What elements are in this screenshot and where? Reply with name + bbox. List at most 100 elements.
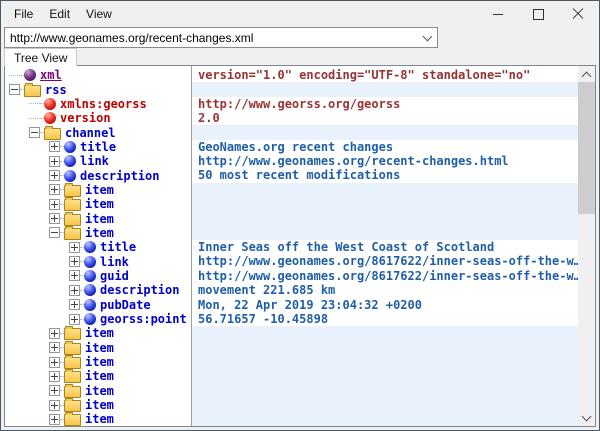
expander-plus-icon[interactable]: [69, 314, 80, 325]
tree-row[interactable]: rss: [5, 82, 191, 96]
tab-tree-view[interactable]: Tree View: [4, 48, 77, 66]
vertical-scrollbar[interactable]: [578, 66, 595, 426]
value-row[interactable]: GeoNames.org recent changes: [192, 140, 578, 154]
tree-row[interactable]: version: [5, 111, 191, 125]
expander-plus-icon[interactable]: [49, 400, 60, 411]
tree-row[interactable]: item: [5, 197, 191, 211]
expander-plus-icon[interactable]: [69, 270, 80, 281]
tree-row[interactable]: pubDate: [5, 298, 191, 312]
expander-plus-icon[interactable]: [49, 357, 60, 368]
value-row[interactable]: http://www.geonames.org/recent-changes.h…: [192, 154, 578, 168]
value-row[interactable]: http://www.georss.org/georss: [192, 97, 578, 111]
folder-icon: [64, 199, 81, 211]
expander-plus-icon[interactable]: [69, 299, 80, 310]
minimize-button[interactable]: [478, 2, 518, 26]
maximize-button[interactable]: [518, 2, 558, 26]
value-row[interactable]: [192, 183, 578, 197]
scroll-up-button[interactable]: [578, 66, 595, 83]
node-value: Mon, 22 Apr 2019 23:04:32 +0200: [198, 298, 422, 312]
value-row[interactable]: 50 most recent modifications: [192, 168, 578, 182]
value-row[interactable]: 2.0: [192, 111, 578, 125]
value-row[interactable]: Mon, 22 Apr 2019 23:04:32 +0200: [192, 298, 578, 312]
expander-minus-icon[interactable]: [29, 127, 40, 138]
tree-connector: [29, 103, 40, 104]
expander-plus-icon[interactable]: [49, 199, 60, 210]
node-label: item: [85, 369, 114, 383]
tree-row[interactable]: item: [5, 384, 191, 398]
expander-plus-icon[interactable]: [49, 184, 60, 195]
tree-connector: [29, 118, 40, 119]
menu-file[interactable]: File: [6, 4, 41, 24]
expander-plus-icon[interactable]: [49, 328, 60, 339]
tree-row[interactable]: item: [5, 412, 191, 426]
xml-declaration-icon: [24, 69, 36, 81]
value-row[interactable]: [192, 369, 578, 383]
value-row[interactable]: [192, 412, 578, 426]
app-window: File Edit View Tree View xmlrssxmlns:geo…: [0, 0, 600, 431]
scrollbar-thumb[interactable]: [578, 82, 595, 214]
value-row[interactable]: [192, 226, 578, 240]
element-icon: [84, 299, 96, 311]
value-row[interactable]: [192, 326, 578, 340]
tree-row[interactable]: description: [5, 283, 191, 297]
url-input[interactable]: [5, 31, 417, 45]
tree-row[interactable]: xml: [5, 68, 191, 82]
tree-row[interactable]: item: [5, 226, 191, 240]
expander-plus-icon[interactable]: [49, 385, 60, 396]
expander-minus-icon[interactable]: [49, 227, 60, 238]
minimize-icon: [493, 14, 503, 15]
value-row[interactable]: [192, 341, 578, 355]
value-row[interactable]: [192, 197, 578, 211]
expander-plus-icon[interactable]: [49, 342, 60, 353]
expander-plus-icon[interactable]: [49, 141, 60, 152]
expander-plus-icon[interactable]: [69, 242, 80, 253]
value-row[interactable]: 56.71657 -10.45898: [192, 312, 578, 326]
window-controls: [478, 2, 598, 26]
value-row[interactable]: movement 221.685 km: [192, 283, 578, 297]
tree-row[interactable]: link: [5, 254, 191, 268]
tree-row[interactable]: guid: [5, 269, 191, 283]
value-row[interactable]: Inner Seas off the West Coast of Scotlan…: [192, 240, 578, 254]
expander-plus-icon[interactable]: [49, 371, 60, 382]
tree-row[interactable]: channel: [5, 125, 191, 139]
expander-plus-icon[interactable]: [69, 256, 80, 267]
tree-row[interactable]: title: [5, 140, 191, 154]
tree-row[interactable]: item: [5, 341, 191, 355]
combo-dropdown-button[interactable]: [417, 28, 437, 47]
value-row[interactable]: [192, 355, 578, 369]
value-row[interactable]: version="1.0" encoding="UTF-8" standalon…: [192, 68, 578, 82]
tree-row[interactable]: xmlns:georss: [5, 97, 191, 111]
value-row[interactable]: http://www.geonames.org/8617622/inner-se…: [192, 254, 578, 268]
value-row[interactable]: http://www.geonames.org/8617622/inner-se…: [192, 269, 578, 283]
value-row[interactable]: [192, 398, 578, 412]
tree-row[interactable]: item: [5, 355, 191, 369]
tree-connector: [9, 75, 20, 76]
expander-plus-icon[interactable]: [49, 213, 60, 224]
attribute-icon: [44, 112, 56, 124]
tree-row[interactable]: georss:point: [5, 312, 191, 326]
scroll-down-button[interactable]: [578, 409, 595, 426]
expander-plus-icon[interactable]: [49, 414, 60, 425]
combo-dropdown-icon: [422, 31, 432, 41]
tree-row[interactable]: item: [5, 398, 191, 412]
expander-plus-icon[interactable]: [49, 156, 60, 167]
tree-row[interactable]: description: [5, 168, 191, 182]
tree-row[interactable]: link: [5, 154, 191, 168]
expander-plus-icon[interactable]: [69, 285, 80, 296]
tree-row[interactable]: item: [5, 183, 191, 197]
expander-plus-icon[interactable]: [49, 170, 60, 181]
tree-row[interactable]: title: [5, 240, 191, 254]
tree-row[interactable]: item: [5, 211, 191, 225]
close-button[interactable]: [558, 2, 598, 26]
value-row[interactable]: [192, 384, 578, 398]
folder-icon: [64, 400, 81, 412]
value-row[interactable]: [192, 125, 578, 139]
menu-view[interactable]: View: [78, 4, 120, 24]
value-row[interactable]: [192, 211, 578, 225]
folder-icon: [64, 414, 81, 426]
menu-edit[interactable]: Edit: [41, 4, 78, 24]
tree-row[interactable]: item: [5, 326, 191, 340]
tree-row[interactable]: item: [5, 369, 191, 383]
expander-minus-icon[interactable]: [9, 84, 20, 95]
value-row[interactable]: [192, 82, 578, 96]
